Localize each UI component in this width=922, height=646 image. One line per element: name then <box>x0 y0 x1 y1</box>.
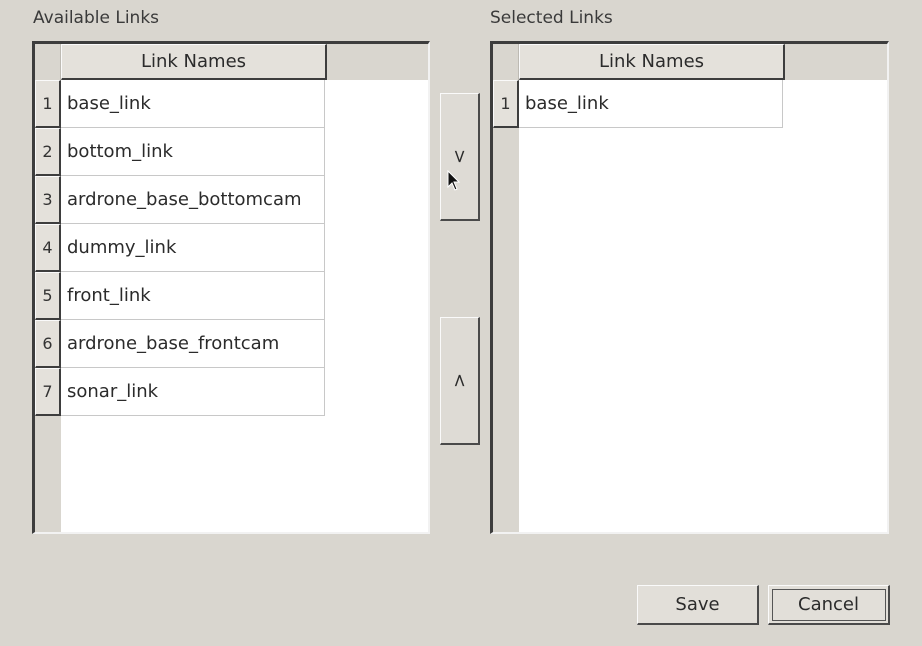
selected-links-label: Selected Links <box>490 8 613 28</box>
table-row[interactable]: 6 ardrone_base_frontcam <box>35 320 325 368</box>
table-row[interactable]: 3 ardrone_base_bottomcam <box>35 176 325 224</box>
table-row[interactable]: 1 base_link <box>493 80 783 128</box>
available-links-table[interactable]: Link Names 1 base_link 2 bottom_link 3 a… <box>32 41 430 534</box>
cancel-label: Cancel <box>798 594 859 615</box>
link-name-cell[interactable]: dummy_link <box>61 224 325 272</box>
row-number[interactable]: 7 <box>35 368 61 416</box>
table-row[interactable]: 5 front_link <box>35 272 325 320</box>
row-number[interactable]: 2 <box>35 128 61 176</box>
cancel-button[interactable]: Cancel <box>768 585 890 625</box>
row-number[interactable]: 4 <box>35 224 61 272</box>
row-number[interactable]: 6 <box>35 320 61 368</box>
remove-link-button[interactable]: < <box>440 317 480 445</box>
column-header-link-names[interactable]: Link Names <box>519 44 785 80</box>
link-name-cell[interactable]: bottom_link <box>61 128 325 176</box>
save-button[interactable]: Save <box>637 585 759 625</box>
link-name-cell[interactable]: sonar_link <box>61 368 325 416</box>
link-name-cell[interactable]: ardrone_base_bottomcam <box>61 176 325 224</box>
remove-link-label: < <box>449 372 470 389</box>
add-link-button[interactable]: > <box>440 93 480 221</box>
save-label: Save <box>675 594 720 615</box>
table-row[interactable]: 1 base_link <box>35 80 325 128</box>
table-row[interactable]: 4 dummy_link <box>35 224 325 272</box>
selected-links-table[interactable]: Link Names 1 base_link <box>490 41 889 534</box>
table-corner <box>35 44 61 80</box>
link-name-cell[interactable]: base_link <box>519 80 783 128</box>
table-row[interactable]: 7 sonar_link <box>35 368 325 416</box>
link-name-cell[interactable]: base_link <box>61 80 325 128</box>
table-corner <box>493 44 519 80</box>
row-number[interactable]: 1 <box>35 80 61 128</box>
row-number[interactable]: 3 <box>35 176 61 224</box>
link-name-cell[interactable]: ardrone_base_frontcam <box>61 320 325 368</box>
row-number[interactable]: 5 <box>35 272 61 320</box>
column-header-link-names[interactable]: Link Names <box>61 44 327 80</box>
link-name-cell[interactable]: front_link <box>61 272 325 320</box>
row-number[interactable]: 1 <box>493 80 519 128</box>
table-row[interactable]: 2 bottom_link <box>35 128 325 176</box>
add-link-label: > <box>449 148 470 165</box>
mouse-pointer-icon <box>447 170 461 191</box>
available-links-label: Available Links <box>33 8 160 28</box>
